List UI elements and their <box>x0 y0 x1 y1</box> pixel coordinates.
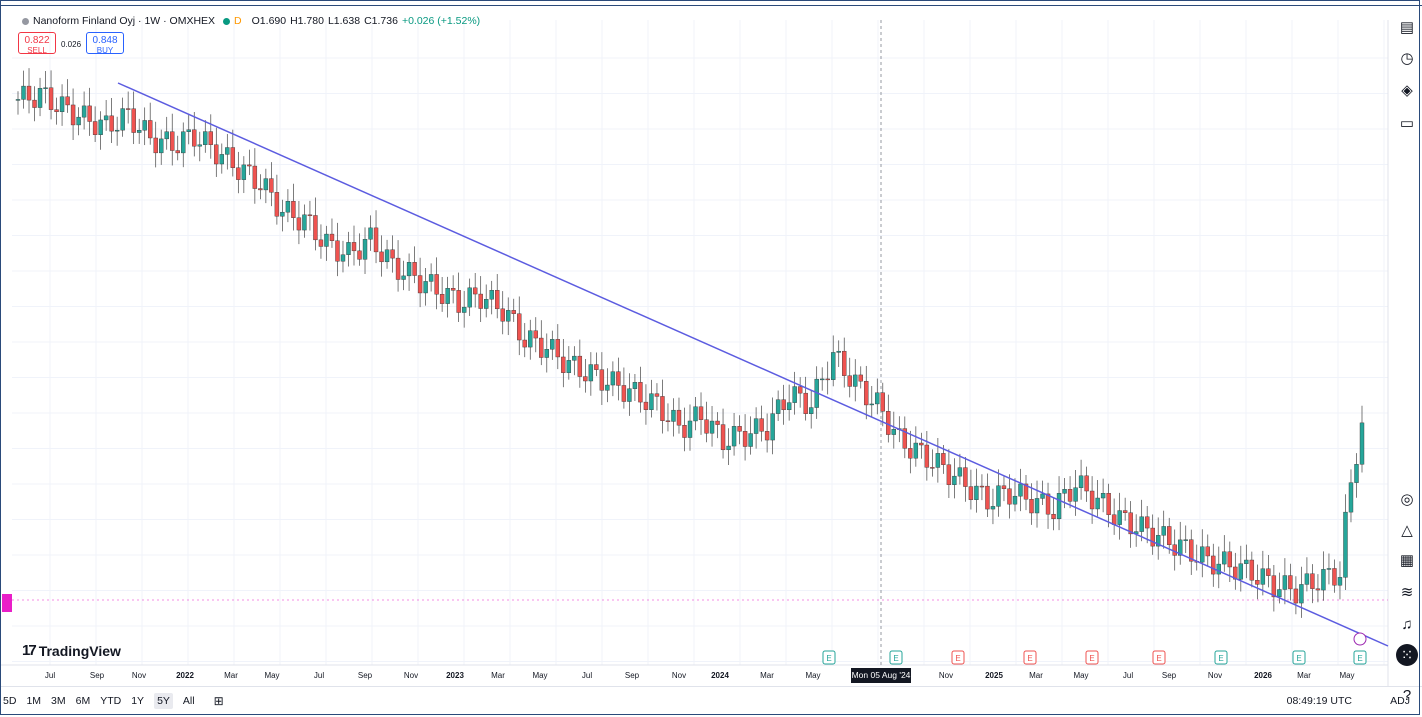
window-frame <box>0 0 1420 715</box>
